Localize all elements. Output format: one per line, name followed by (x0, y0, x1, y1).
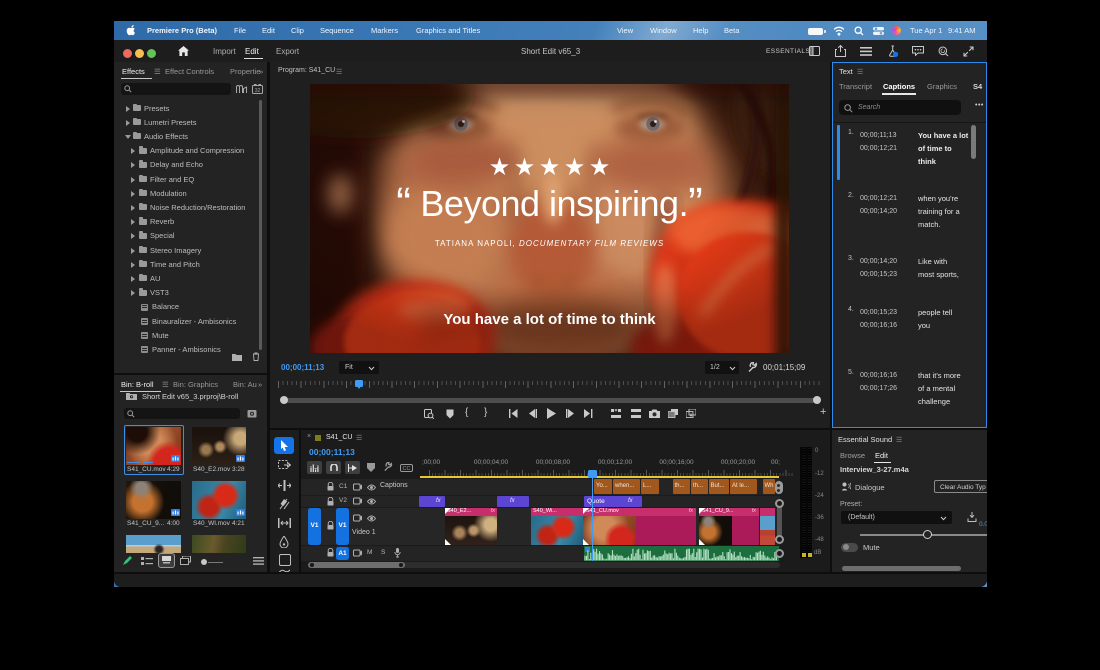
svg-text:CC: CC (403, 466, 411, 472)
svg-text:32: 32 (255, 88, 261, 94)
